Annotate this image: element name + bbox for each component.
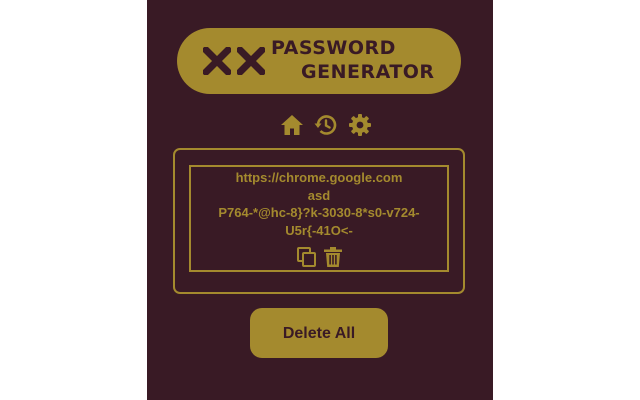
- logo: PASSWORD GENERATOR: [177, 28, 461, 94]
- history-entry: https://chrome.google.com asd P764-*@hc-…: [189, 165, 449, 272]
- home-button[interactable]: [280, 113, 304, 137]
- entry-site: https://chrome.google.com: [235, 170, 403, 185]
- nav-bar: [147, 113, 493, 137]
- entry-username: asd: [307, 187, 331, 203]
- gear-icon: [349, 114, 371, 136]
- password-generator-popup: PASSWORD GENERATOR https://chrome.google…: [147, 0, 493, 400]
- copy-button[interactable]: [296, 246, 318, 268]
- entry-actions: [191, 246, 447, 268]
- delete-entry-button[interactable]: [322, 246, 344, 268]
- history-icon: [314, 115, 337, 135]
- copy-icon: [297, 247, 316, 267]
- entry-password-line1: P764-*@hc-8}?k-3030-8*s0-v724-: [218, 205, 420, 220]
- delete-all-button[interactable]: Delete All: [250, 308, 388, 358]
- history-entry-text: https://chrome.google.com asd P764-*@hc-…: [191, 169, 447, 239]
- settings-button[interactable]: [348, 113, 372, 137]
- x-mark-icon: [237, 47, 265, 75]
- x-mark-icon: [203, 47, 231, 75]
- logo-title: PASSWORD GENERATOR: [271, 36, 451, 84]
- home-icon: [281, 115, 303, 135]
- logo-title-line2: GENERATOR: [301, 61, 435, 83]
- history-list: https://chrome.google.com asd P764-*@hc-…: [173, 148, 465, 294]
- entry-password-line2: U5r{-41O<-: [285, 222, 353, 238]
- history-button[interactable]: [314, 113, 338, 137]
- trash-icon: [324, 247, 342, 267]
- logo-title-line1: PASSWORD: [271, 37, 396, 59]
